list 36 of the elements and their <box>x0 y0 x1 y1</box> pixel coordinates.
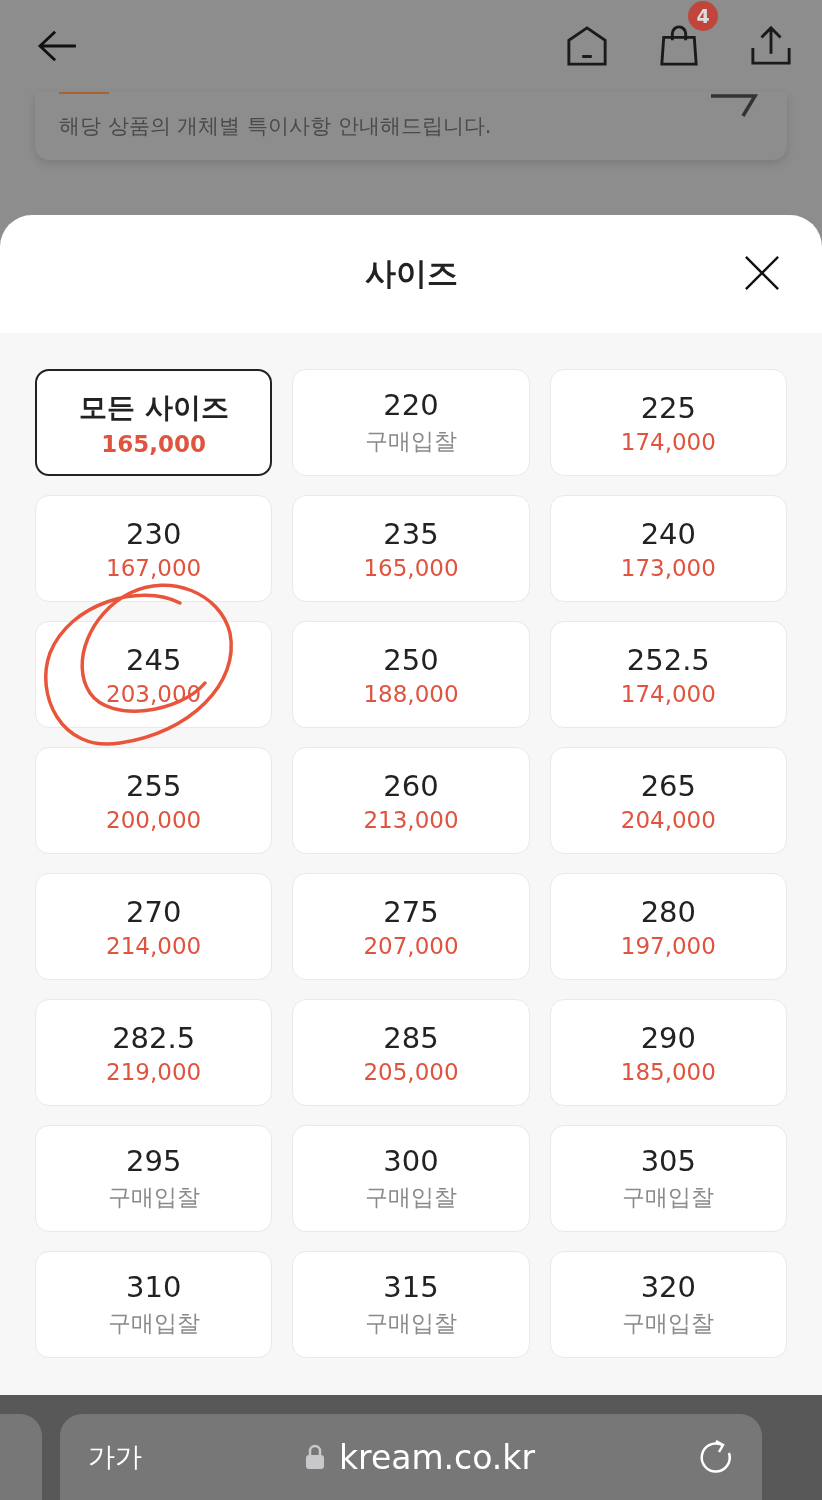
address-bar[interactable]: 가가 kream.co.kr <box>60 1414 762 1500</box>
shopping-bag-icon[interactable] <box>658 25 700 67</box>
size-option[interactable]: 285 205,000 <box>292 999 530 1106</box>
size-option[interactable]: 282.5 219,000 <box>35 999 273 1106</box>
url-text: kream.co.kr <box>338 1437 535 1477</box>
size-option[interactable]: 315 구매입찰 <box>292 1251 530 1358</box>
size-option[interactable]: 220 구매입찰 <box>292 369 530 476</box>
back-icon[interactable] <box>36 29 78 63</box>
size-option[interactable]: 310 구매입찰 <box>35 1251 273 1358</box>
size-option[interactable]: 252.5 174,000 <box>549 621 787 728</box>
lock-icon <box>304 1444 325 1470</box>
size-option[interactable]: 275 207,000 <box>292 873 530 980</box>
size-option[interactable]: 230 167,000 <box>35 495 273 602</box>
size-option[interactable]: 255 200,000 <box>35 747 273 854</box>
size-option[interactable]: 320 구매입찰 <box>549 1251 787 1358</box>
size-option[interactable]: 270 214,000 <box>35 873 273 980</box>
size-option[interactable]: 300 구매입찰 <box>292 1125 530 1232</box>
home-icon[interactable] <box>566 25 608 67</box>
notice-text: 해당 상품의 개체별 특이사항 안내해드립니다. <box>59 113 493 140</box>
reload-icon[interactable] <box>698 1439 734 1475</box>
cart-count-badge: 4 <box>688 1 718 31</box>
text-size-button[interactable]: 가가 <box>88 1439 142 1475</box>
share-icon[interactable] <box>750 25 792 67</box>
size-option[interactable]: 225 174,000 <box>549 369 787 476</box>
sheet-title: 사이즈 <box>364 254 458 293</box>
size-option[interactable]: 250 188,000 <box>292 621 530 728</box>
size-option[interactable]: 240 173,000 <box>549 495 787 602</box>
size-option[interactable]: 305 구매입찰 <box>549 1125 787 1232</box>
size-option[interactable]: 모든 사이즈 165,000 <box>35 369 273 476</box>
size-option[interactable]: 295 구매입찰 <box>35 1125 273 1232</box>
close-icon[interactable] <box>744 255 780 291</box>
size-option[interactable]: 265 204,000 <box>549 747 787 854</box>
size-option[interactable]: 290 185,000 <box>549 999 787 1106</box>
size-option[interactable]: 280 197,000 <box>549 873 787 980</box>
size-option[interactable]: 235 165,000 <box>292 495 530 602</box>
size-option[interactable]: 260 213,000 <box>292 747 530 854</box>
